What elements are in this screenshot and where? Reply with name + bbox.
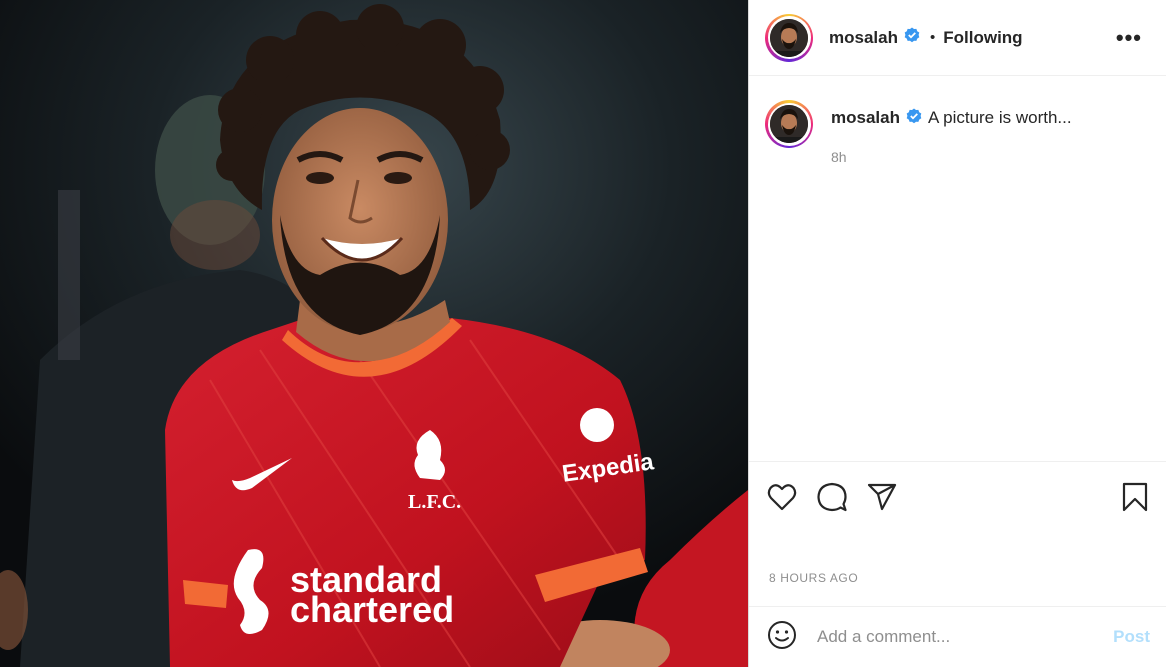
post-comment-button[interactable]: Post xyxy=(1113,627,1150,647)
caption-username[interactable]: mosalah xyxy=(831,108,900,127)
comment-bar: Post xyxy=(749,606,1166,667)
caption-avatar[interactable] xyxy=(765,100,813,148)
following-button[interactable]: Following xyxy=(943,28,1022,48)
post-sidebar: mosalah • Following ••• mosalah A pictur… xyxy=(748,0,1166,667)
caption-text: A picture is worth... xyxy=(927,108,1072,127)
post-photo[interactable]: L.F.C. Expedia standard chartered xyxy=(0,0,748,667)
comment-input[interactable] xyxy=(817,627,1114,647)
separator-dot: • xyxy=(929,29,936,46)
header-username[interactable]: mosalah xyxy=(829,28,898,48)
paper-plane-icon[interactable] xyxy=(867,483,897,511)
caption-avatar-image xyxy=(770,105,808,143)
smiley-icon[interactable] xyxy=(767,620,797,655)
post-timestamp[interactable]: 8 HOURS AGO xyxy=(769,571,858,585)
action-bar xyxy=(749,461,1166,531)
caption-age[interactable]: 8h xyxy=(831,149,1072,165)
caption: mosalah A picture is worth... 8h xyxy=(749,76,1166,165)
avatar[interactable] xyxy=(765,13,813,62)
avatar-image xyxy=(770,18,808,57)
sponsor-line-2: chartered xyxy=(290,589,454,630)
heart-icon[interactable] xyxy=(767,483,797,511)
post-header: mosalah • Following ••• xyxy=(749,0,1166,76)
verified-badge-icon xyxy=(906,108,922,129)
comment-bubble-icon[interactable] xyxy=(817,482,847,512)
photo-illustration: L.F.C. Expedia standard chartered xyxy=(0,0,748,667)
bookmark-icon[interactable] xyxy=(1122,482,1148,512)
verified-badge-icon xyxy=(904,27,920,48)
ellipsis-icon[interactable]: ••• xyxy=(1116,25,1150,51)
crest-text: L.F.C. xyxy=(408,491,461,513)
